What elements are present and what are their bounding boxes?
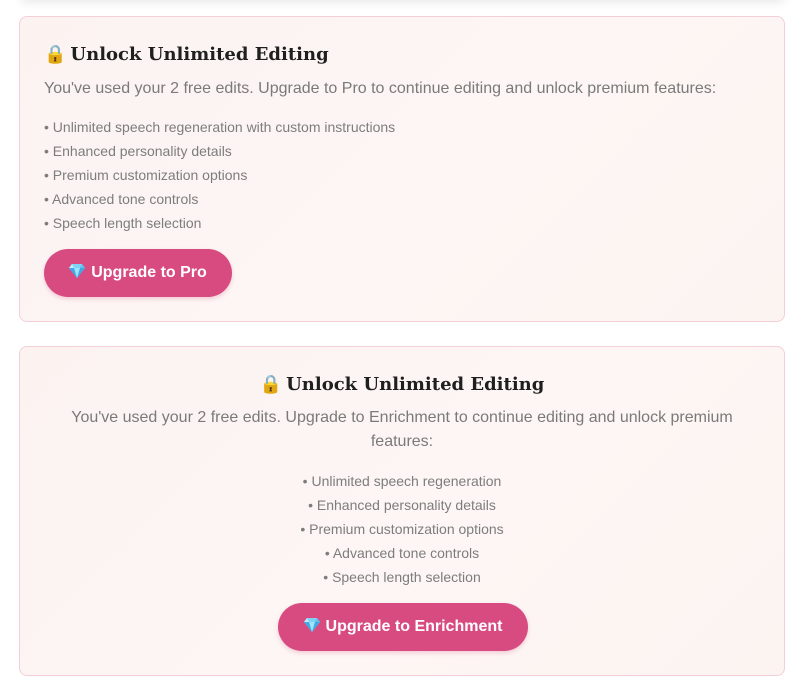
feature-list: Unlimited speech regeneration Enhanced p…: [20, 469, 784, 589]
button-label: Upgrade to Enrichment: [325, 618, 503, 635]
upgrade-to-enrichment-button[interactable]: Upgrade to Enrichment: [278, 603, 528, 651]
feature-item: Unlimited speech regeneration with custo…: [44, 115, 395, 139]
feature-item: Enhanced personality details: [20, 493, 784, 517]
gem-icon: [303, 618, 320, 632]
lock-icon: 🔒: [259, 374, 283, 395]
upgrade-card-pro: 🔒 Unlock Unlimited Editing You've used yo…: [19, 16, 785, 322]
gem-icon: [69, 264, 86, 278]
feature-item: Speech length selection: [44, 211, 395, 235]
feature-item: Speech length selection: [20, 565, 784, 589]
button-label: Upgrade to Pro: [91, 264, 207, 281]
feature-item: Premium customization options: [44, 163, 395, 187]
feature-item: Premium customization options: [20, 517, 784, 541]
feature-item: Advanced tone controls: [20, 541, 784, 565]
card-description: You've used your 2 free edits. Upgrade t…: [71, 409, 733, 450]
card-title: 🔒 Unlock Unlimited Editing: [44, 44, 329, 65]
feature-item: Advanced tone controls: [44, 187, 395, 211]
card-description: You've used your 2 free edits. Upgrade t…: [44, 80, 717, 97]
lock-icon: 🔒: [44, 44, 67, 65]
card-title: 🔒 Unlock Unlimited Editing: [259, 374, 545, 395]
feature-item: Enhanced personality details: [44, 139, 395, 163]
upgrade-to-pro-button[interactable]: Upgrade to Pro: [44, 249, 232, 297]
upgrade-card-enrichment: 🔒 Unlock Unlimited Editing You've used yo…: [19, 346, 785, 676]
feature-item: Unlimited speech regeneration: [20, 469, 784, 493]
feature-list: Unlimited speech regeneration with custo…: [44, 115, 395, 235]
